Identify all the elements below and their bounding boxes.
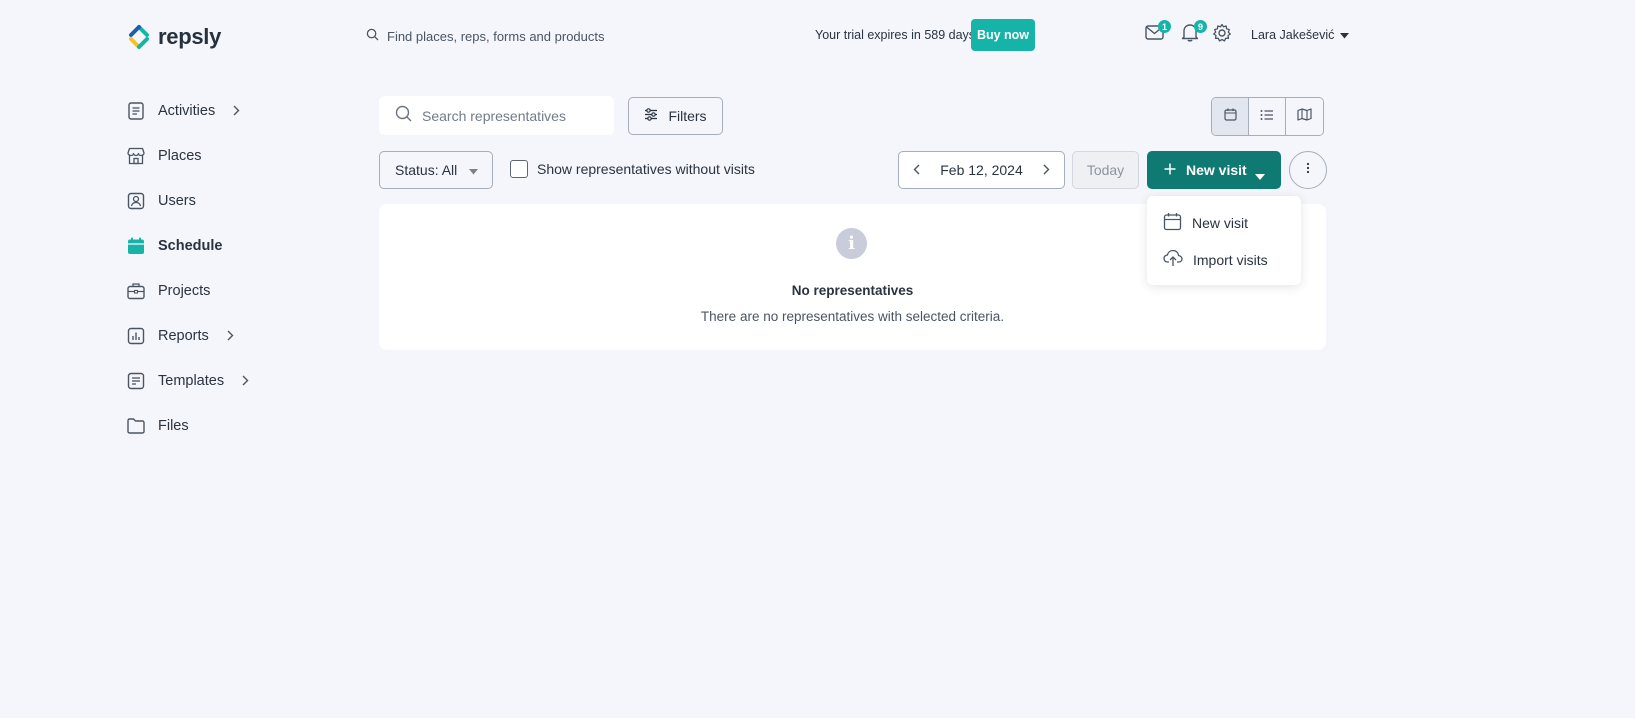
empty-state-subtitle: There are no representatives with select…	[700, 309, 1005, 324]
sidebar-item-projects[interactable]: Projects	[126, 268, 326, 313]
list-icon	[1260, 108, 1274, 126]
info-icon: i	[836, 228, 867, 259]
user-icon	[126, 191, 146, 211]
notifications-badge: 9	[1194, 20, 1207, 33]
filters-button[interactable]: Filters	[628, 97, 723, 135]
mail-button[interactable]: 1	[1143, 20, 1171, 46]
chevron-right-icon	[227, 330, 234, 341]
trial-text: Your trial expires in	[815, 28, 925, 42]
map-icon	[1297, 107, 1312, 126]
global-search[interactable]: Find places, reps, forms and products	[366, 28, 605, 44]
show-without-visits-label: Show representatives without visits	[537, 161, 755, 177]
user-name: Lara Jakešević	[1251, 28, 1335, 42]
dropdown-item-new-visit[interactable]: New visit	[1147, 204, 1301, 241]
empty-state-title: No representatives	[791, 283, 914, 298]
trial-days: 589 days	[924, 28, 976, 42]
search-icon	[366, 28, 379, 44]
sidebar-item-templates[interactable]: Templates	[126, 358, 326, 403]
settings-button[interactable]	[1211, 23, 1233, 48]
global-search-placeholder: Find places, reps, forms and products	[387, 28, 605, 44]
user-menu[interactable]: Lara Jakešević	[1251, 28, 1350, 42]
notifications-button[interactable]: 9	[1179, 20, 1207, 46]
trial-notice: Your trial expires in 589 days	[815, 28, 975, 42]
calendar-view-button[interactable]	[1212, 98, 1249, 135]
sidebar-item-schedule[interactable]: Schedule	[126, 223, 326, 268]
chart-icon	[126, 326, 146, 346]
show-without-visits-option[interactable]: Show representatives without visits	[510, 160, 755, 178]
plus-icon	[1164, 162, 1176, 178]
mail-badge: 1	[1158, 20, 1171, 33]
sidebar: Activities Places Users Schedule Project…	[126, 88, 326, 448]
caret-down-icon[interactable]	[1255, 167, 1265, 183]
brand-name: repsly	[158, 24, 222, 49]
sidebar-item-label: Templates	[158, 372, 225, 389]
chevron-right-icon	[242, 375, 249, 386]
sidebar-item-label: Users	[158, 192, 196, 209]
cloud-upload-icon	[1163, 249, 1183, 270]
view-switcher	[1211, 97, 1324, 136]
caret-down-icon	[1340, 28, 1350, 42]
next-date-button[interactable]	[1043, 162, 1050, 178]
sidebar-item-label: Projects	[158, 282, 211, 299]
template-icon	[126, 371, 146, 391]
new-visit-button[interactable]: New visit	[1147, 151, 1281, 189]
dropdown-item-import-visits[interactable]: Import visits	[1147, 241, 1301, 278]
chevron-right-icon	[233, 105, 240, 116]
dropdown-item-label: New visit	[1192, 214, 1249, 231]
gear-icon	[1212, 23, 1232, 48]
sidebar-item-places[interactable]: Places	[126, 133, 326, 178]
dropdown-item-label: Import visits	[1193, 251, 1268, 268]
sidebar-item-activities[interactable]: Activities	[126, 88, 326, 133]
sidebar-item-files[interactable]: Files	[126, 403, 326, 448]
sidebar-item-label: Places	[158, 147, 202, 164]
new-visit-dropdown: New visit Import visits	[1147, 196, 1301, 285]
sidebar-item-reports[interactable]: Reports	[126, 313, 326, 358]
calendar-icon	[1223, 108, 1237, 126]
store-icon	[126, 146, 146, 166]
sidebar-item-users[interactable]: Users	[126, 178, 326, 223]
calendar-icon	[126, 236, 146, 256]
sliders-icon	[644, 108, 658, 124]
activities-icon	[126, 101, 146, 121]
representatives-search[interactable]	[379, 96, 614, 135]
sidebar-item-label: Reports	[158, 327, 209, 344]
sidebar-item-label: Activities	[158, 102, 216, 119]
show-without-visits-checkbox[interactable]	[510, 160, 528, 178]
representatives-search-input[interactable]	[422, 107, 602, 124]
date-navigator: Feb 12, 2024	[898, 151, 1065, 189]
prev-date-button[interactable]	[913, 162, 920, 178]
more-vertical-icon	[1306, 161, 1310, 179]
briefcase-icon	[126, 281, 146, 301]
map-view-button[interactable]	[1286, 98, 1323, 135]
repsly-logo-mark	[126, 24, 152, 50]
new-visit-label: New visit	[1186, 162, 1247, 178]
current-date[interactable]: Feb 12, 2024	[940, 162, 1023, 178]
caret-down-icon	[469, 162, 479, 178]
sidebar-item-label: Schedule	[158, 237, 223, 254]
status-select-value: Status: All	[395, 162, 458, 178]
repsly-logo[interactable]: repsly	[126, 24, 221, 50]
filters-label: Filters	[668, 108, 707, 124]
today-button[interactable]: Today	[1072, 151, 1139, 189]
calendar-icon	[1163, 212, 1182, 234]
status-select[interactable]: Status: All	[379, 151, 493, 189]
folder-icon	[126, 416, 146, 436]
list-view-button[interactable]	[1249, 98, 1286, 135]
buy-now-button[interactable]: Buy now	[971, 19, 1035, 51]
sidebar-item-label: Files	[158, 417, 189, 434]
more-options-button[interactable]	[1289, 151, 1327, 189]
search-icon	[395, 105, 412, 127]
